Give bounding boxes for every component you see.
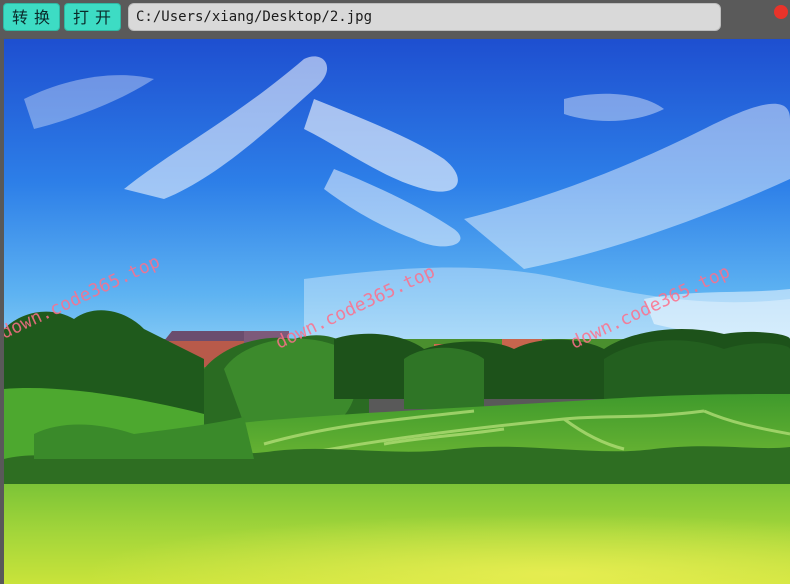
file-path-field[interactable]: C:/Users/xiang/Desktop/2.jpg [128,3,721,31]
toolbar: 转换 打开 C:/Users/xiang/Desktop/2.jpg [0,0,790,38]
close-icon[interactable] [774,5,788,19]
open-button[interactable]: 打开 [64,3,121,31]
app-window: 转换 打开 C:/Users/xiang/Desktop/2.jpg down.… [0,0,790,584]
convert-button[interactable]: 转换 [3,3,60,31]
landscape-image: down.code365.top down.code365.top down.c… [4,39,790,584]
image-viewer: down.code365.top down.code365.top down.c… [4,39,790,584]
